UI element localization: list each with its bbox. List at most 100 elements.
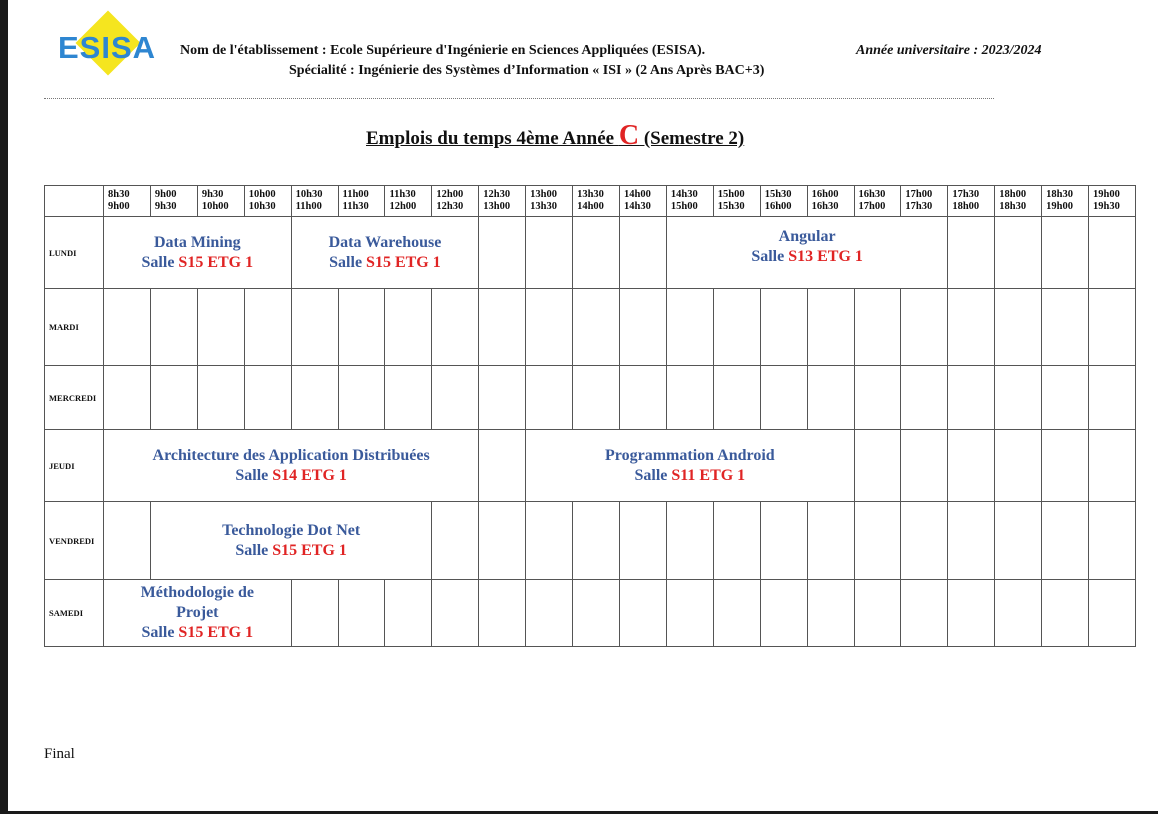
empty-slot	[712, 501, 761, 580]
room-code: S11 ETG 1	[671, 466, 746, 484]
timeslot-header: 13h00 13h30	[525, 185, 574, 217]
empty-slot	[806, 365, 855, 430]
timeslot-start: 12h00	[436, 189, 464, 200]
empty-slot	[337, 579, 386, 647]
empty-slot	[759, 288, 808, 366]
timeslot-end: 18h00	[952, 201, 980, 212]
empty-slot	[947, 429, 996, 502]
empty-slot	[290, 288, 339, 366]
specialite-line: Spécialité : Ingénierie des Systèmes d’I…	[289, 63, 765, 78]
empty-slot	[103, 365, 151, 430]
timeslot-header: 18h00 18h30	[994, 185, 1043, 217]
timeslot-start: 13h00	[530, 189, 558, 200]
course-cell: Data Mining Salle S15 ETG 1	[103, 216, 292, 289]
timeslot-start: 19h00	[1093, 189, 1120, 200]
document-status: Final	[44, 746, 75, 762]
empty-slot	[384, 579, 433, 647]
timeslot-start: 9h30	[201, 189, 224, 200]
course-cell: Programmation Android Salle S11 ETG 1	[525, 429, 855, 502]
empty-slot	[900, 579, 949, 647]
room-code: S15 ETG 1	[178, 624, 254, 641]
room-code: S15 ETG 1	[272, 541, 347, 559]
header-divider	[44, 98, 994, 99]
empty-slot	[1041, 429, 1090, 502]
empty-slot	[572, 579, 620, 647]
timeslot-header: 15h30 16h00	[759, 185, 808, 217]
timeslot-end: 14h30	[623, 201, 651, 212]
timeslot-end: 19h00	[1046, 201, 1073, 212]
empty-slot	[572, 288, 620, 366]
timeslot-start: 10h30	[295, 189, 323, 200]
timeslot-end: 17h30	[905, 201, 933, 212]
course-name: Angular	[778, 228, 836, 245]
empty-slot	[618, 579, 667, 647]
course-name: Méthodologie de Projet	[140, 584, 254, 621]
timeslot-start: 14h00	[623, 189, 651, 200]
timeslot-header: 16h00 16h30	[806, 185, 855, 217]
empty-slot	[806, 579, 855, 647]
timeslot-end: 13h30	[530, 201, 558, 212]
timeslot-header: 19h00 19h30	[1088, 185, 1136, 217]
empty-slot	[712, 288, 761, 366]
empty-slot	[665, 579, 714, 647]
empty-slot	[947, 501, 996, 580]
empty-slot	[243, 365, 292, 430]
timeslot-start: 16h30	[858, 189, 886, 200]
title-text: Emplois du temps 4ème Année	[366, 128, 619, 149]
empty-slot	[994, 501, 1043, 580]
timeslot-end: 16h00	[764, 201, 792, 212]
empty-slot	[431, 288, 480, 366]
timeslot-header: 12h00 12h30	[431, 185, 480, 217]
timeslot-header: 16h30 17h00	[853, 185, 902, 217]
esisa-logo: ESISA	[58, 10, 168, 80]
empty-slot	[1088, 365, 1136, 430]
empty-slot	[712, 579, 761, 647]
empty-slot	[618, 216, 667, 289]
salle-label: Salle	[751, 248, 789, 265]
empty-slot	[103, 288, 151, 366]
empty-slot	[478, 579, 527, 647]
empty-slot	[900, 288, 949, 366]
annee-universitaire: Année universitaire : 2023/2024	[856, 43, 1042, 58]
timeslot-end: 11h00	[295, 201, 322, 212]
corner-cell	[43, 185, 105, 217]
day-label: JEUDI	[43, 429, 105, 502]
timeslot-start: 18h30	[1046, 189, 1073, 200]
course-cell: Technologie Dot Net Salle S15 ETG 1	[149, 501, 433, 580]
empty-slot	[290, 365, 339, 430]
course-cell: Méthodologie de Projet Salle S15 ETG 1	[103, 579, 292, 647]
day-row: VENDREDI Technologie Dot Net Salle S15 ETG…	[43, 501, 1136, 580]
empty-slot	[994, 288, 1043, 366]
empty-slot	[947, 365, 996, 430]
empty-slot	[1088, 579, 1136, 647]
course-name: Programmation Android	[605, 446, 775, 464]
room-code: S15 ETG 1	[366, 253, 441, 271]
course-cell: Architecture des Application Distribuées…	[103, 429, 480, 502]
empty-slot	[759, 579, 808, 647]
timeslot-start: 17h30	[952, 189, 980, 200]
room-code: S13 ETG 1	[788, 248, 863, 265]
empty-slot	[384, 288, 433, 366]
timetable: 8h30 9h00 9h00 9h30 9h30 10h00 10h00 10h30 10h30…	[43, 185, 1136, 647]
empty-slot	[431, 365, 480, 430]
empty-slot	[1088, 429, 1136, 502]
empty-slot	[1041, 216, 1090, 289]
empty-slot	[900, 365, 949, 430]
room-code: S15 ETG 1	[178, 253, 254, 271]
window-edge	[0, 0, 8, 814]
empty-slot	[572, 501, 620, 580]
course-name: Technologie Dot Net	[222, 521, 361, 539]
empty-slot	[478, 216, 527, 289]
empty-slot	[196, 365, 245, 430]
etablissement-line: Nom de l'établissement : Ecole Supérieur…	[180, 43, 706, 58]
empty-slot	[853, 365, 902, 430]
empty-slot	[806, 288, 855, 366]
timeslot-end: 19h30	[1093, 201, 1120, 212]
empty-slot	[1041, 365, 1090, 430]
salle-label: Salle	[235, 466, 273, 484]
day-row: MARDI	[43, 288, 1136, 366]
empty-slot	[431, 501, 480, 580]
empty-slot	[618, 365, 667, 430]
empty-slot	[572, 365, 620, 430]
empty-slot	[900, 501, 949, 580]
